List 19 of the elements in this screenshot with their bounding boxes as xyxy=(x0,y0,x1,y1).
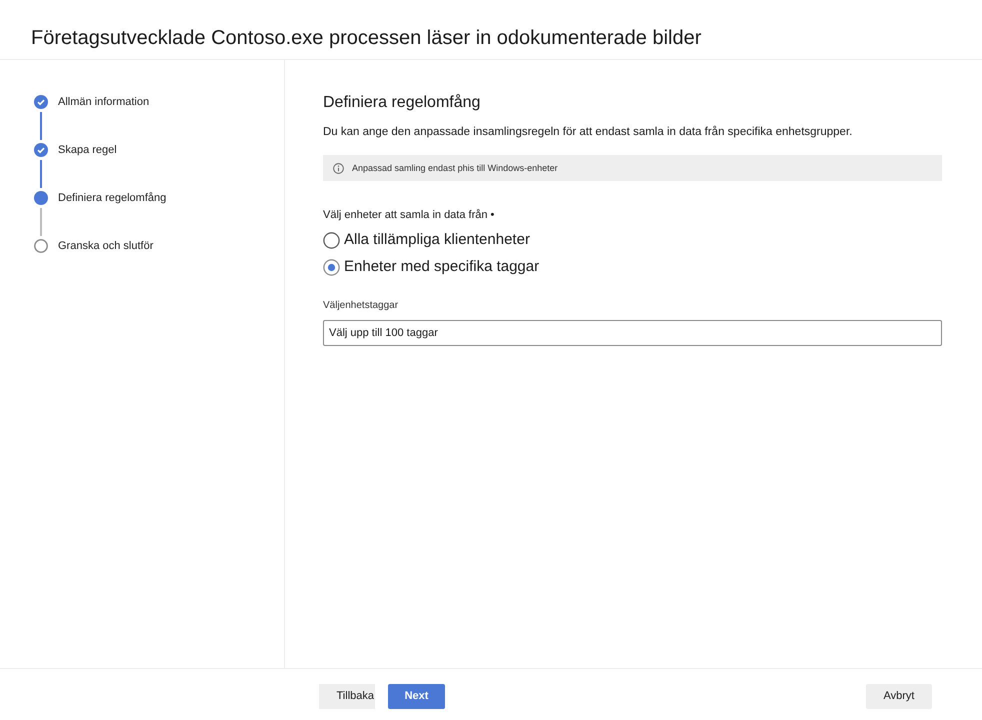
step-label[interactable]: Skapa regel xyxy=(58,143,117,157)
step-label[interactable]: Allmän information xyxy=(58,95,150,109)
section-heading: Definiera regelomfång xyxy=(323,93,482,113)
step-label[interactable]: Granska och slutför xyxy=(58,239,154,253)
radio-button[interactable] xyxy=(323,258,340,276)
section-description: Du kan ange den anpassade insamlingsregeln för att endast samla in data från specifika enhetsgrupper. xyxy=(323,125,854,139)
info-icon xyxy=(333,162,344,174)
next-button[interactable]: Next xyxy=(388,684,445,709)
back-button[interactable]: Tillbaka xyxy=(319,684,375,709)
radio-label[interactable]: Enheter med specifika taggar xyxy=(344,258,540,276)
page-title: Företagsutvecklade Contoso.exe processen läser in odokumenterade bilder xyxy=(31,26,702,51)
tags-input-field[interactable]: Välj upp till 100 taggar xyxy=(323,320,942,346)
radio-button[interactable] xyxy=(323,232,340,248)
cancel-button[interactable]: Avbryt xyxy=(866,684,932,709)
tags-field-label: Väljenhetstaggar xyxy=(323,299,400,312)
step-label[interactable]: Definiera regelomfång xyxy=(58,191,166,205)
info-text: Anpassad samling endast phis till Windows-enheter xyxy=(352,162,558,174)
device-choice-label: Välj enheter att samla in data från • xyxy=(323,208,496,222)
radio-label[interactable]: Alla tillämpliga klientenheter xyxy=(344,231,530,249)
